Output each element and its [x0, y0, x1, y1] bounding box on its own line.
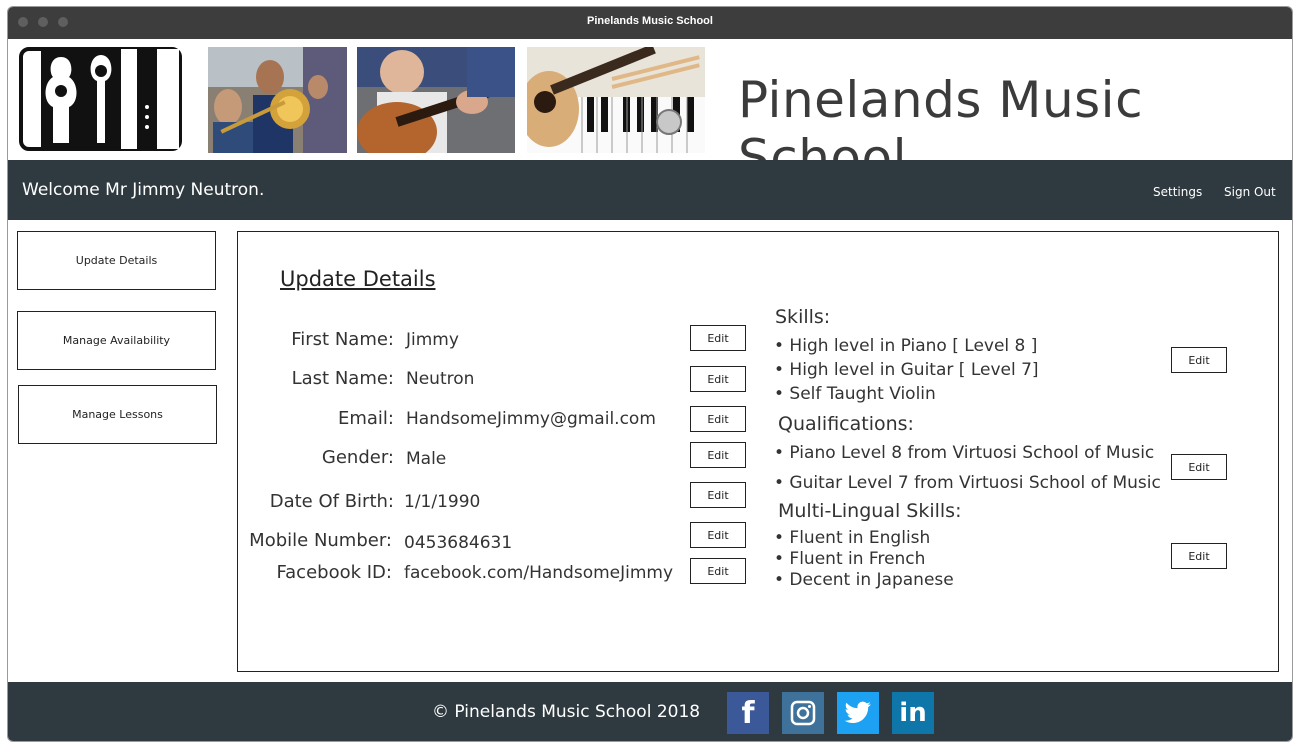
twitter-icon[interactable] [837, 692, 879, 734]
page-title: Update Details [280, 267, 436, 291]
edit-qualifications-button[interactable]: Edit [1171, 454, 1227, 480]
facebook-glyph: f [741, 695, 755, 731]
facebook-id-value: facebook.com/HandsomeJimmy [404, 563, 674, 583]
edit-gender-button[interactable]: Edit [690, 442, 746, 468]
linkedin-glyph: in [899, 698, 927, 728]
language-item: • Fluent in French [774, 549, 926, 569]
window-title: Pinelands Music School [587, 15, 713, 27]
school-logo [19, 47, 182, 151]
language-item: • Fluent in English [774, 528, 931, 548]
edit-skills-button[interactable]: Edit [1171, 347, 1227, 373]
email-value: HandsomeJimmy@gmail.com [406, 409, 656, 429]
edit-languages-button[interactable]: Edit [1171, 543, 1227, 569]
top-navbar: Welcome Mr Jimmy Neutron. Settings Sign … [8, 160, 1292, 220]
mobile-number-label: Mobile Number: [249, 530, 392, 551]
qualification-item: • Piano Level 8 from Virtuosi School of … [774, 443, 1155, 463]
sidebar-item-manage-lessons[interactable]: Manage Lessons [18, 385, 217, 444]
update-details-panel: Update Details First Name: Jimmy Edit La… [237, 231, 1279, 672]
email-label: Email: [337, 408, 394, 429]
twitter-glyph [844, 701, 871, 724]
languages-heading: Multi-Lingual Skills: [778, 500, 962, 522]
mobile-number-value: 0453684631 [404, 533, 513, 553]
qualification-item: • Guitar Level 7 from Virtuosi School of… [774, 473, 1161, 493]
guitar-student-photo [357, 47, 515, 153]
facebook-icon[interactable]: f [727, 692, 769, 734]
sidebar-item-manage-availability[interactable]: Manage Availability [17, 311, 216, 370]
skills-heading: Skills: [775, 306, 831, 328]
edit-email-button[interactable]: Edit [690, 406, 746, 432]
edit-first-name-button[interactable]: Edit [690, 325, 746, 351]
site-header: Pinelands Music School [8, 39, 1292, 187]
language-item: • Decent in Japanese [774, 570, 954, 590]
date-of-birth-value: 1/1/1990 [404, 492, 481, 512]
edit-date-of-birth-button[interactable]: Edit [690, 482, 746, 508]
facebook-id-label: Facebook ID: [276, 562, 392, 583]
qualifications-heading: Qualifications: [778, 413, 914, 435]
guitar-piano-photo [527, 47, 705, 153]
instagram-glyph [790, 700, 816, 726]
first-name-label: First Name: [291, 329, 394, 350]
settings-link[interactable]: Settings [1153, 185, 1202, 199]
title-bar: Pinelands Music School [8, 7, 1292, 39]
instagram-icon[interactable] [782, 692, 824, 734]
last-name-value: Neutron [406, 369, 475, 389]
edit-mobile-number-button[interactable]: Edit [690, 522, 746, 548]
sidebar-item-update-details[interactable]: Update Details [17, 231, 216, 290]
date-of-birth-label: Date Of Birth: [269, 491, 394, 512]
gender-value: Male [406, 449, 447, 469]
last-name-label: Last Name: [291, 368, 394, 389]
edit-facebook-id-button[interactable]: Edit [690, 558, 746, 584]
linkedin-icon[interactable]: in [892, 692, 934, 734]
skill-item: • High level in Guitar [ Level 7] [774, 360, 1039, 380]
welcome-message: Welcome Mr Jimmy Neutron. [22, 180, 265, 200]
trombone-students-photo [208, 47, 347, 153]
first-name-value: Jimmy [406, 330, 459, 350]
site-footer: © Pinelands Music School 2018 f in [8, 682, 1292, 741]
skill-item: • Self Taught Violin [774, 384, 936, 404]
app-window: Pinelands Music School Pinelands Music S… [7, 6, 1293, 742]
edit-last-name-button[interactable]: Edit [690, 366, 746, 392]
sign-out-link[interactable]: Sign Out [1224, 185, 1276, 199]
skill-item: • High level in Piano [ Level 8 ] [774, 336, 1038, 356]
copyright-text: © Pinelands Music School 2018 [432, 702, 701, 722]
gender-label: Gender: [321, 447, 394, 468]
